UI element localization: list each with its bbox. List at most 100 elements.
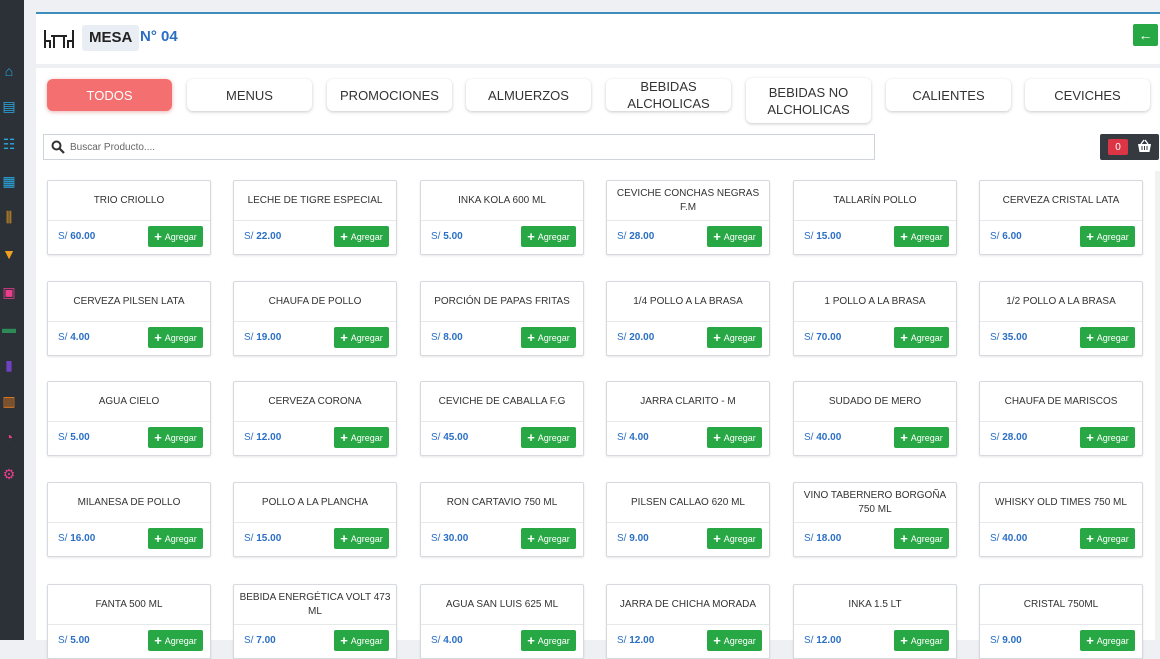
add-to-order-button[interactable]: + Agregar: [707, 226, 762, 247]
sitemap-icon[interactable]: ☷: [0, 135, 18, 153]
product-name: CEVICHE DE CABALLA F.G: [438, 395, 566, 407]
product-card: JARRA CLARITO - M S/ 4.00 + Agregar: [606, 381, 770, 456]
product-name: 1/2 POLLO A LA BRASA: [1006, 295, 1116, 307]
product-price: S/ 8.00: [431, 332, 463, 343]
product-card: TALLARÍN POLLO S/ 15.00 + Agregar: [793, 180, 957, 255]
add-to-order-button[interactable]: + Agregar: [334, 528, 389, 549]
pie-chart-icon[interactable]: ◔: [0, 428, 18, 446]
card-divider: [421, 321, 583, 322]
add-to-order-button[interactable]: + Agregar: [148, 226, 203, 247]
money-icon[interactable]: ▬: [0, 319, 18, 337]
plus-icon: +: [527, 330, 535, 345]
add-to-order-button[interactable]: + Agregar: [148, 327, 203, 348]
add-to-order-button[interactable]: + Agregar: [334, 427, 389, 448]
add-to-order-button[interactable]: + Agregar: [707, 528, 762, 549]
home-icon[interactable]: ⌂: [0, 62, 18, 80]
category-tab-bebidas-alcholicas[interactable]: BEBIDAS ALCHOLICAS: [606, 79, 731, 111]
add-button-label: Agregar: [910, 432, 943, 443]
category-tab-promociones[interactable]: PROMOCIONES: [327, 79, 452, 111]
category-tab-menus[interactable]: MENUS: [187, 79, 312, 111]
product-name: TALLARÍN POLLO: [833, 194, 917, 206]
users-icon[interactable]: ▣: [0, 283, 18, 301]
cash-register-icon[interactable]: ▦: [0, 172, 18, 190]
utensils-icon[interactable]: ⫼: [0, 208, 18, 226]
add-to-order-button[interactable]: + Agregar: [1080, 327, 1135, 348]
currency-symbol: S/: [58, 332, 68, 343]
add-to-order-button[interactable]: + Agregar: [1080, 528, 1135, 549]
price-value: 45.00: [443, 432, 469, 443]
add-to-order-button[interactable]: + Agregar: [1080, 630, 1135, 651]
add-to-order-button[interactable]: + Agregar: [521, 226, 576, 247]
card-divider: [794, 522, 956, 523]
plus-icon: +: [1086, 430, 1094, 445]
gear-icon[interactable]: ⚙: [0, 465, 18, 483]
add-to-order-button[interactable]: + Agregar: [521, 630, 576, 651]
currency-symbol: S/: [58, 432, 68, 443]
add-to-order-button[interactable]: + Agregar: [707, 327, 762, 348]
category-tab-calientes[interactable]: CALIENTES: [886, 79, 1011, 111]
plus-icon: +: [713, 531, 721, 546]
add-to-order-button[interactable]: + Agregar: [894, 327, 949, 348]
file-invoice-icon[interactable]: ▥: [0, 392, 18, 410]
category-tab-ceviches[interactable]: CEVICHES: [1025, 79, 1150, 111]
category-tab-bebidas-no-alcholicas[interactable]: BEBIDAS NO ALCHOLICAS: [746, 78, 871, 123]
price-value: 16.00: [70, 533, 96, 544]
product-name: JARRA CLARITO - M: [640, 395, 736, 407]
add-to-order-button[interactable]: + Agregar: [148, 630, 203, 651]
add-to-order-button[interactable]: + Agregar: [148, 528, 203, 549]
add-button-label: Agregar: [1096, 332, 1129, 343]
add-to-order-button[interactable]: + Agregar: [707, 427, 762, 448]
category-tab-todos[interactable]: TODOS: [47, 79, 172, 111]
product-card: 1/2 POLLO A LA BRASA S/ 35.00 + Agregar: [979, 281, 1143, 356]
search-input[interactable]: [70, 136, 860, 158]
add-to-order-button[interactable]: + Agregar: [334, 630, 389, 651]
add-to-order-button[interactable]: + Agregar: [334, 226, 389, 247]
add-to-order-button[interactable]: + Agregar: [894, 528, 949, 549]
add-to-order-button[interactable]: + Agregar: [521, 528, 576, 549]
add-button-label: Agregar: [723, 635, 756, 646]
plus-icon: +: [527, 430, 535, 445]
product-card: INKA KOLA 600 ML S/ 5.00 + Agregar: [420, 180, 584, 255]
product-name: CHAUFA DE MARISCOS: [1004, 395, 1118, 407]
add-button-label: Agregar: [1096, 533, 1129, 544]
add-to-order-button[interactable]: + Agregar: [707, 630, 762, 651]
plus-icon: +: [900, 430, 908, 445]
add-to-order-button[interactable]: + Agregar: [1080, 226, 1135, 247]
back-button[interactable]: ←: [1133, 24, 1158, 46]
product-card: BEBIDA ENERGÉTICA VOLT 473 ML S/ 7.00 + Agr…: [233, 584, 397, 659]
product-card: CERVEZA CRISTAL LATA S/ 6.00 + Agregar: [979, 180, 1143, 255]
add-button-label: Agregar: [1096, 231, 1129, 242]
price-value: 70.00: [816, 332, 842, 343]
currency-symbol: S/: [804, 332, 814, 343]
add-to-order-button[interactable]: + Agregar: [894, 630, 949, 651]
add-to-order-button[interactable]: + Agregar: [148, 427, 203, 448]
search-box[interactable]: [43, 134, 875, 160]
price-value: 28.00: [629, 231, 655, 242]
product-price: S/ 4.00: [431, 635, 463, 646]
file-icon[interactable]: ▮: [0, 356, 18, 374]
add-button-label: Agregar: [164, 533, 197, 544]
currency-symbol: S/: [244, 231, 254, 242]
shopping-cart-icon[interactable]: ▼: [0, 245, 18, 263]
add-to-order-button[interactable]: + Agregar: [521, 427, 576, 448]
currency-symbol: S/: [990, 231, 1000, 242]
mesa-number: N° 04: [140, 28, 178, 45]
arrow-left-icon: ←: [1138, 27, 1153, 43]
add-to-order-button[interactable]: + Agregar: [894, 226, 949, 247]
add-to-order-button[interactable]: + Agregar: [521, 327, 576, 348]
card-divider: [794, 220, 956, 221]
product-name: TRIO CRIOLLO: [93, 194, 165, 206]
price-value: 28.00: [1002, 432, 1028, 443]
scrollbar[interactable]: [1155, 171, 1160, 640]
add-to-order-button[interactable]: + Agregar: [1080, 427, 1135, 448]
currency-symbol: S/: [58, 533, 68, 544]
add-to-order-button[interactable]: + Agregar: [894, 427, 949, 448]
folder-open-icon[interactable]: ▤: [0, 97, 18, 115]
category-tab-almuerzos[interactable]: ALMUERZOS: [466, 79, 591, 111]
product-card: CHAUFA DE MARISCOS S/ 28.00 + Agregar: [979, 381, 1143, 456]
price-value: 9.00: [629, 533, 649, 544]
product-price: S/ 4.00: [617, 432, 649, 443]
plus-icon: +: [713, 229, 721, 244]
add-to-order-button[interactable]: + Agregar: [334, 327, 389, 348]
cart-button[interactable]: 0: [1100, 134, 1159, 160]
